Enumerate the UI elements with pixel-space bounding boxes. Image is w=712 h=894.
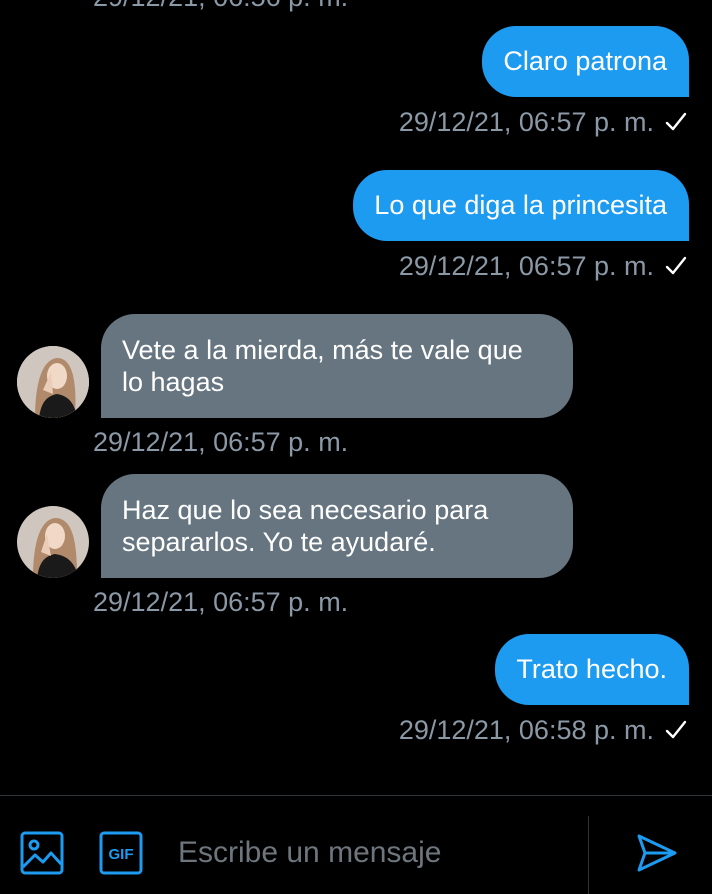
message-timestamp: 29/12/21, 06:57 p. m.: [398, 107, 654, 137]
gif-button[interactable]: GIF: [99, 831, 143, 875]
message-timestamp: 29/12/21, 06:58 p. m.: [398, 715, 654, 745]
message-text: Trato hecho.: [516, 654, 667, 684]
message-text: Haz que lo sea necesario para separarlos…: [122, 495, 489, 557]
check-icon: [664, 253, 688, 285]
gif-label: GIF: [109, 846, 134, 863]
avatar[interactable]: [17, 506, 89, 578]
message-input[interactable]: Escribe un mensaje: [178, 836, 441, 870]
image-icon[interactable]: [20, 831, 64, 875]
incoming-message-bubble[interactable]: Haz que lo sea necesario para separarlos…: [101, 474, 573, 578]
avatar[interactable]: [17, 346, 89, 418]
composer-divider: [588, 816, 589, 894]
message-list[interactable]: 29/12/21, 06:56 p. m. Claro patrona 29/1…: [0, 0, 712, 795]
message-timestamp: 29/12/21, 06:57 p. m.: [93, 427, 349, 457]
incoming-message-bubble[interactable]: Vete a la mierda, más te vale que lo hag…: [101, 314, 573, 418]
message-text: Claro patrona: [503, 46, 667, 76]
message-timestamp-row: 29/12/21, 06:57 p. m.: [399, 250, 688, 285]
dm-conversation-screen: 29/12/21, 06:56 p. m. Claro patrona 29/1…: [0, 0, 712, 894]
check-icon: [664, 717, 688, 749]
message-text: Lo que diga la princesita: [374, 190, 667, 220]
message-timestamp: 29/12/21, 06:57 p. m.: [93, 587, 349, 617]
send-icon[interactable]: [636, 832, 680, 876]
message-text: Vete a la mierda, más te vale que lo hag…: [122, 335, 523, 397]
message-timestamp-row: 29/12/21, 06:58 p. m.: [399, 714, 688, 749]
outgoing-message-bubble[interactable]: Lo que diga la princesita: [353, 170, 689, 241]
check-icon: [664, 109, 688, 141]
message-timestamp: 29/12/21, 06:57 p. m.: [398, 251, 654, 281]
outgoing-message-bubble[interactable]: Trato hecho.: [495, 634, 689, 705]
outgoing-message-bubble[interactable]: Claro patrona: [482, 26, 689, 97]
message-timestamp-row: 29/12/21, 06:57 p. m.: [399, 106, 688, 141]
message-timestamp: 29/12/21, 06:56 p. m.: [93, 0, 348, 13]
message-composer: GIF Escribe un mensaje: [0, 795, 712, 894]
